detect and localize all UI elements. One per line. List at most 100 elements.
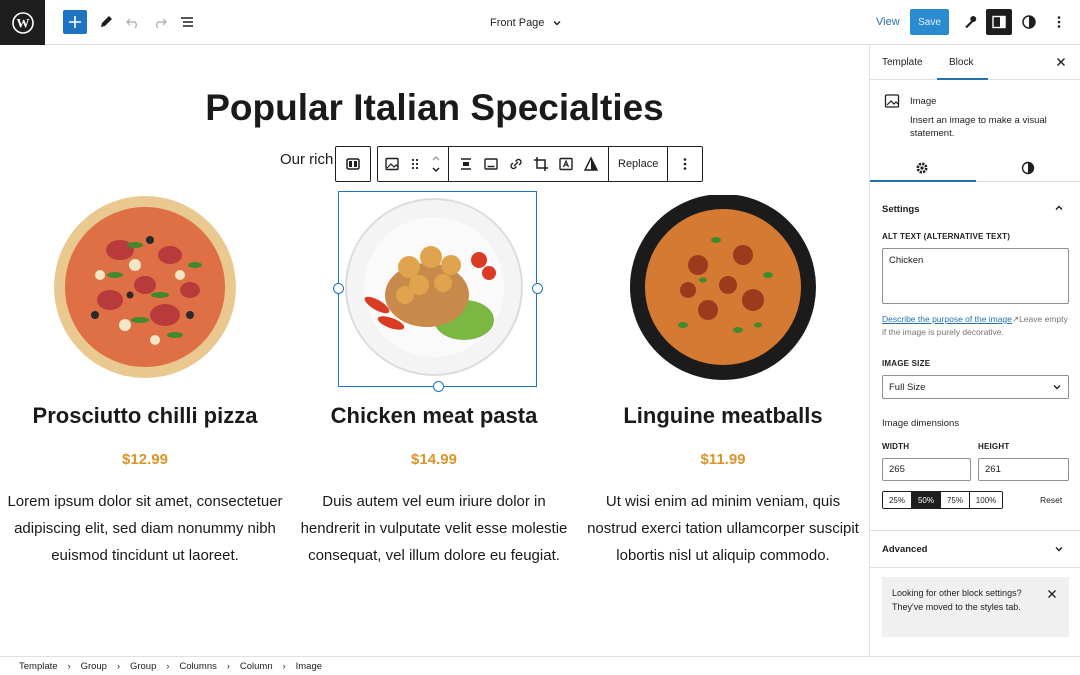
wordpress-logo[interactable]: W xyxy=(0,0,45,45)
redo-button[interactable] xyxy=(148,10,172,34)
replace-button[interactable]: Replace xyxy=(609,147,669,181)
dish-description[interactable]: Duis autem vel eum iriure dolor in hendr… xyxy=(289,488,579,569)
document-title: Front Page xyxy=(490,17,545,29)
image-size-label: IMAGE SIZE xyxy=(882,359,931,368)
contrast-icon xyxy=(1021,161,1035,175)
intro-paragraph[interactable]: Our rich xyxy=(280,151,333,168)
width-input[interactable]: 265 xyxy=(882,458,971,481)
settings-title[interactable]: Settings xyxy=(882,204,919,215)
add-block-button[interactable] xyxy=(63,10,87,34)
dish-title[interactable]: Linguine meatballs xyxy=(578,403,868,429)
gear-icon xyxy=(916,162,928,174)
alt-text-help: Describe the purpose of the image↗Leave … xyxy=(882,314,1068,337)
settings-panel-toggle[interactable] xyxy=(986,9,1012,35)
page-heading[interactable]: Popular Italian Specialties xyxy=(0,87,869,129)
replace-label: Replace xyxy=(618,158,659,170)
dish-column: Prosciutto chilli pizza $12.99 Lorem ips… xyxy=(0,195,290,569)
sidebar-icon xyxy=(992,15,1006,29)
selected-block-outline xyxy=(338,191,537,387)
parent-block-button[interactable] xyxy=(335,146,371,182)
drag-handle-icon[interactable] xyxy=(410,157,420,171)
advanced-panel-toggle[interactable]: Advanced xyxy=(870,531,1080,567)
undo-button[interactable] xyxy=(121,10,145,34)
alt-text-label: ALT TEXT (ALTERNATIVE TEXT) xyxy=(882,232,1011,241)
crop-icon[interactable] xyxy=(533,156,549,172)
styles-button[interactable] xyxy=(1017,10,1041,34)
scale-100-button[interactable]: 100% xyxy=(970,492,1002,508)
block-breadcrumb: Template › Group › Group › Columns › Col… xyxy=(0,656,1080,675)
chicken-pasta-image[interactable] xyxy=(333,191,543,392)
tools-wrench-button[interactable] xyxy=(958,10,982,34)
block-card: Image Insert an image to make a visual s… xyxy=(870,80,1080,140)
tools-button[interactable] xyxy=(94,10,118,34)
chevron-up-icon[interactable] xyxy=(1054,203,1064,213)
view-button[interactable]: View xyxy=(876,16,900,28)
scale-50-button[interactable]: 50% xyxy=(912,492,941,508)
notice-text: Looking for other block settings? They'v… xyxy=(892,588,1022,612)
resize-handle-bottom[interactable] xyxy=(433,381,444,392)
block-options-button[interactable] xyxy=(668,147,702,181)
tab-template[interactable]: Template xyxy=(882,57,923,68)
link-icon[interactable] xyxy=(508,156,524,172)
block-description: Insert an image to make a visual stateme… xyxy=(910,115,1047,139)
breadcrumb-item[interactable]: Group xyxy=(130,661,156,672)
chevron-right-icon: › xyxy=(67,661,71,671)
breadcrumb-item-current[interactable]: Image xyxy=(296,661,322,672)
describe-purpose-link[interactable]: Describe the purpose of the image xyxy=(882,314,1012,324)
text-over-image-icon[interactable] xyxy=(558,156,574,172)
breadcrumb-item[interactable]: Group xyxy=(81,661,107,672)
scale-75-button[interactable]: 75% xyxy=(941,492,970,508)
breadcrumb-item[interactable]: Template xyxy=(19,661,58,672)
height-input[interactable]: 261 xyxy=(978,458,1069,481)
dish-price[interactable]: $14.99 xyxy=(289,451,579,468)
chevron-right-icon: › xyxy=(116,661,120,671)
chevron-down-icon xyxy=(1055,547,1063,552)
align-center-icon[interactable] xyxy=(458,156,474,172)
tab-block[interactable]: Block xyxy=(949,57,973,68)
tab-settings[interactable] xyxy=(915,161,929,180)
dish-column: Chicken meat pasta $14.99 Duis autem vel… xyxy=(289,191,579,569)
tab-styles[interactable] xyxy=(1021,161,1035,180)
chevron-right-icon: › xyxy=(166,661,170,671)
svg-text:W: W xyxy=(16,15,29,30)
dish-description[interactable]: Ut wisi enim ad minim veniam, quis nostr… xyxy=(578,488,868,569)
pizza-image[interactable] xyxy=(50,195,240,385)
alt-text-field[interactable]: Chicken xyxy=(882,248,1069,304)
reset-button[interactable]: Reset xyxy=(1040,495,1062,505)
dish-price[interactable]: $11.99 xyxy=(578,451,868,468)
linguine-image[interactable] xyxy=(628,194,818,385)
breadcrumb-item[interactable]: Column xyxy=(240,661,273,672)
advanced-title: Advanced xyxy=(882,544,928,555)
dish-price[interactable]: $12.99 xyxy=(0,451,290,468)
dish-column: Linguine meatballs $11.99 Ut wisi enim a… xyxy=(578,194,868,569)
format-group xyxy=(449,147,609,181)
pencil-icon xyxy=(101,16,112,27)
document-title-selector[interactable]: Front Page xyxy=(490,13,562,33)
styles-moved-notice: Looking for other block settings? They'v… xyxy=(882,577,1069,637)
resize-handle-right[interactable] xyxy=(532,283,543,294)
dish-title[interactable]: Chicken meat pasta xyxy=(289,403,579,429)
contrast-icon xyxy=(1022,15,1036,29)
list-view-button[interactable] xyxy=(175,10,199,34)
options-button[interactable] xyxy=(1047,10,1071,34)
active-subtab-indicator xyxy=(870,180,976,182)
chevron-right-icon: › xyxy=(226,661,230,671)
pizza-icon xyxy=(54,196,236,378)
wrench-icon xyxy=(965,16,977,28)
close-icon[interactable] xyxy=(1047,589,1057,599)
redo-icon xyxy=(156,18,167,29)
move-up-down-icon[interactable] xyxy=(430,153,442,175)
image-size-select[interactable]: Full Size xyxy=(882,375,1069,399)
chevron-right-icon: › xyxy=(282,661,286,671)
dish-description[interactable]: Lorem ipsum dolor sit amet, consectetuer… xyxy=(0,488,290,569)
breadcrumb-item[interactable]: Columns xyxy=(179,661,217,672)
scale-25-button[interactable]: 25% xyxy=(883,492,912,508)
top-toolbar: W Front Page View Save xyxy=(0,0,1080,45)
close-sidebar-button[interactable] xyxy=(1053,54,1069,70)
image-icon[interactable] xyxy=(384,156,400,172)
duotone-icon[interactable] xyxy=(583,156,599,172)
resize-handle-left[interactable] xyxy=(333,283,344,294)
dish-title[interactable]: Prosciutto chilli pizza xyxy=(0,403,290,429)
save-button[interactable]: Save xyxy=(910,9,949,35)
caption-icon[interactable] xyxy=(483,156,499,172)
